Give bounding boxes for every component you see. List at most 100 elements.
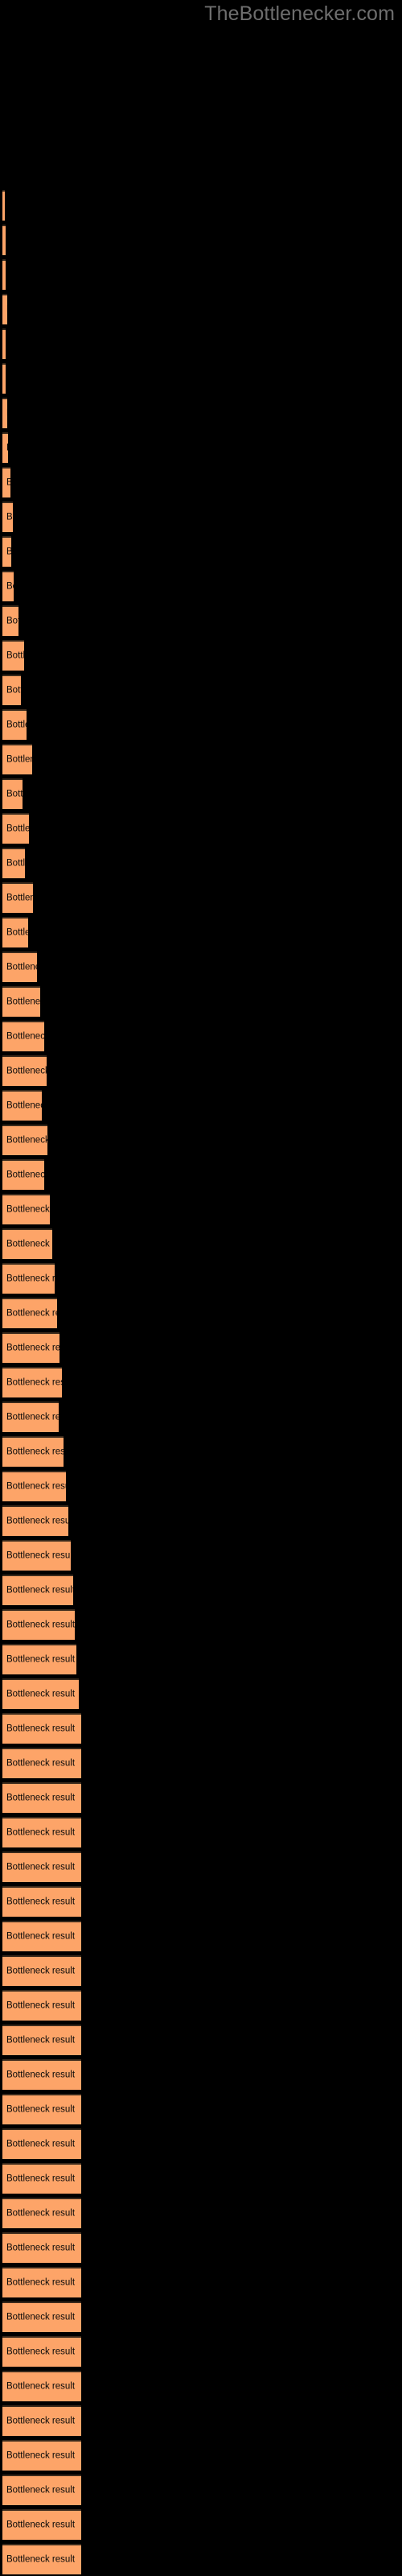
bar[interactable]: Bottleneck result bbox=[2, 1055, 47, 1086]
bar[interactable]: Bottleneck result bbox=[2, 952, 37, 982]
bar[interactable]: Bottleneck result bbox=[2, 2025, 81, 2055]
bar-label: Bottleneck result bbox=[6, 2416, 76, 2426]
bar[interactable]: Bottleneck result bbox=[2, 2475, 81, 2505]
bar-label: Bottleneck result bbox=[6, 1516, 68, 1526]
bar[interactable]: Bottleneck result bbox=[2, 1575, 73, 1605]
bar-label: Bottleneck result bbox=[6, 720, 27, 730]
bar[interactable]: Bottleneck result bbox=[2, 2198, 81, 2228]
bar[interactable]: Bottleneck result bbox=[2, 2440, 81, 2471]
bar[interactable]: Bottleneck result bbox=[2, 640, 24, 671]
bar[interactable]: Bottleneck result bbox=[2, 1644, 76, 1674]
bar[interactable]: Bottleneck result bbox=[2, 1782, 81, 1813]
bar[interactable]: Bottleneck result bbox=[2, 675, 21, 705]
bar[interactable]: Bottleneck result bbox=[2, 1125, 47, 1155]
bar[interactable]: Bottleneck result bbox=[2, 1921, 81, 1951]
bar[interactable]: Bottleneck result bbox=[2, 1021, 44, 1051]
bar-label: Bottleneck result bbox=[6, 754, 32, 765]
bar-label: Bottleneck result bbox=[6, 1897, 76, 1907]
bar-label: Bottleneck result bbox=[6, 1239, 52, 1249]
bar-label: Bottleneck result bbox=[6, 1966, 76, 1976]
bar[interactable]: Bottleneck result bbox=[2, 2544, 81, 2574]
bar[interactable]: Bottleneck result bbox=[2, 605, 18, 636]
bar[interactable]: Bottleneck result bbox=[2, 1713, 81, 1744]
bar-label: Bottleneck result bbox=[6, 1308, 57, 1319]
bar[interactable]: Bottleneck result bbox=[2, 328, 6, 359]
bar-label: Bottleneck result bbox=[6, 1758, 76, 1769]
bar-label: Bottleneck result bbox=[6, 927, 28, 938]
bar[interactable]: Bottleneck result bbox=[2, 1402, 59, 1432]
bar[interactable]: Bottleneck result bbox=[2, 882, 33, 913]
bar[interactable]: Bottleneck result bbox=[2, 1090, 42, 1121]
bar[interactable]: Bottleneck result bbox=[2, 190, 5, 221]
bar[interactable]: Bottleneck result bbox=[2, 398, 7, 428]
bar[interactable]: Bottleneck result bbox=[2, 225, 6, 255]
bar[interactable]: Bottleneck result bbox=[2, 294, 7, 324]
bar[interactable]: Bottleneck result bbox=[2, 1367, 62, 1397]
bar-label: Bottleneck result bbox=[6, 1447, 64, 1457]
bar[interactable]: Bottleneck result bbox=[2, 2336, 81, 2367]
bar[interactable]: Bottleneck result bbox=[2, 917, 28, 947]
bar-label: Bottleneck result bbox=[6, 2070, 76, 2080]
bar[interactable]: Bottleneck result bbox=[2, 709, 27, 740]
bar-label: Bottleneck result bbox=[6, 547, 11, 558]
bar-label: Bottleneck result bbox=[6, 1931, 76, 1942]
bar-label: Bottleneck result bbox=[6, 997, 40, 1007]
bar[interactable]: Bottleneck result bbox=[2, 1817, 81, 1847]
bar-label: Bottleneck result bbox=[6, 2208, 76, 2219]
bar[interactable]: Bottleneck result bbox=[2, 1955, 81, 1986]
bar[interactable]: Bottleneck result bbox=[2, 1332, 59, 1363]
bar[interactable]: Bottleneck result bbox=[2, 813, 29, 844]
bar[interactable]: Bottleneck result bbox=[2, 1505, 68, 1536]
bar-label: Bottleneck result bbox=[6, 2174, 76, 2184]
bar[interactable]: Bottleneck result bbox=[2, 502, 13, 532]
bar[interactable]: Bottleneck result bbox=[2, 2267, 81, 2297]
bar-label: Bottleneck result bbox=[6, 1274, 55, 1284]
bar[interactable]: Bottleneck result bbox=[2, 259, 6, 290]
bar[interactable]: Bottleneck result bbox=[2, 2232, 81, 2263]
bar[interactable]: Bottleneck result bbox=[2, 1471, 66, 1501]
bar[interactable]: Bottleneck result bbox=[2, 1678, 79, 1709]
bar[interactable]: Bottleneck result bbox=[2, 1990, 81, 2021]
bar-label: Bottleneck result bbox=[6, 1689, 76, 1699]
bar[interactable]: Bottleneck result bbox=[2, 1228, 52, 1259]
bar[interactable]: Bottleneck result bbox=[2, 1159, 44, 1190]
bar[interactable]: Bottleneck result bbox=[2, 1748, 81, 1778]
bar-label: Bottleneck result bbox=[6, 2347, 76, 2357]
bar-label: Bottleneck result bbox=[6, 512, 13, 522]
bar-chart: TheBottlenecker.com Bottleneck resultBot… bbox=[0, 0, 402, 2576]
bar-label: Bottleneck result bbox=[6, 1170, 44, 1180]
bar[interactable]: Bottleneck result bbox=[2, 1298, 57, 1328]
bar[interactable]: Bottleneck result bbox=[2, 2371, 81, 2401]
bar[interactable]: Bottleneck result bbox=[2, 2301, 81, 2332]
bar-label: Bottleneck result bbox=[6, 2139, 76, 2149]
bar[interactable]: Bottleneck result bbox=[2, 536, 11, 567]
bar[interactable]: Bottleneck result bbox=[2, 2059, 81, 2090]
bar[interactable]: Bottleneck result bbox=[2, 2509, 81, 2540]
bar-label: Bottleneck result bbox=[6, 444, 8, 454]
bar[interactable]: Bottleneck result bbox=[2, 432, 8, 463]
bar[interactable]: Bottleneck result bbox=[2, 2405, 81, 2436]
bars-container: Bottleneck result Bottleneck result Bottle… bbox=[0, 0, 402, 2576]
bar[interactable]: Bottleneck result bbox=[2, 778, 23, 809]
bar-label: Bottleneck result bbox=[6, 2104, 76, 2115]
bar[interactable]: Bottleneck result bbox=[2, 744, 32, 774]
bar-label: Bottleneck result bbox=[6, 581, 14, 592]
bar-label: Bottleneck result bbox=[6, 1585, 73, 1596]
bar-label: Bottleneck result bbox=[6, 1031, 44, 1042]
bar[interactable]: Bottleneck result bbox=[2, 1852, 81, 1882]
bar[interactable]: Bottleneck result bbox=[2, 1436, 64, 1467]
bar[interactable]: Bottleneck result bbox=[2, 1194, 50, 1224]
bar[interactable]: Bottleneck result bbox=[2, 467, 10, 497]
bar[interactable]: Bottleneck result bbox=[2, 1263, 55, 1294]
bar-label: Bottleneck result bbox=[6, 1862, 76, 1872]
bar[interactable]: Bottleneck result bbox=[2, 571, 14, 601]
bar[interactable]: Bottleneck result bbox=[2, 1886, 81, 1917]
bar[interactable]: Bottleneck result bbox=[2, 363, 6, 394]
bar[interactable]: Bottleneck result bbox=[2, 986, 40, 1017]
bar[interactable]: Bottleneck result bbox=[2, 2128, 81, 2159]
bar[interactable]: Bottleneck result bbox=[2, 1540, 71, 1571]
bar[interactable]: Bottleneck result bbox=[2, 2094, 81, 2124]
bar[interactable]: Bottleneck result bbox=[2, 2163, 81, 2194]
bar[interactable]: Bottleneck result bbox=[2, 848, 25, 878]
bar[interactable]: Bottleneck result bbox=[2, 1609, 75, 1640]
